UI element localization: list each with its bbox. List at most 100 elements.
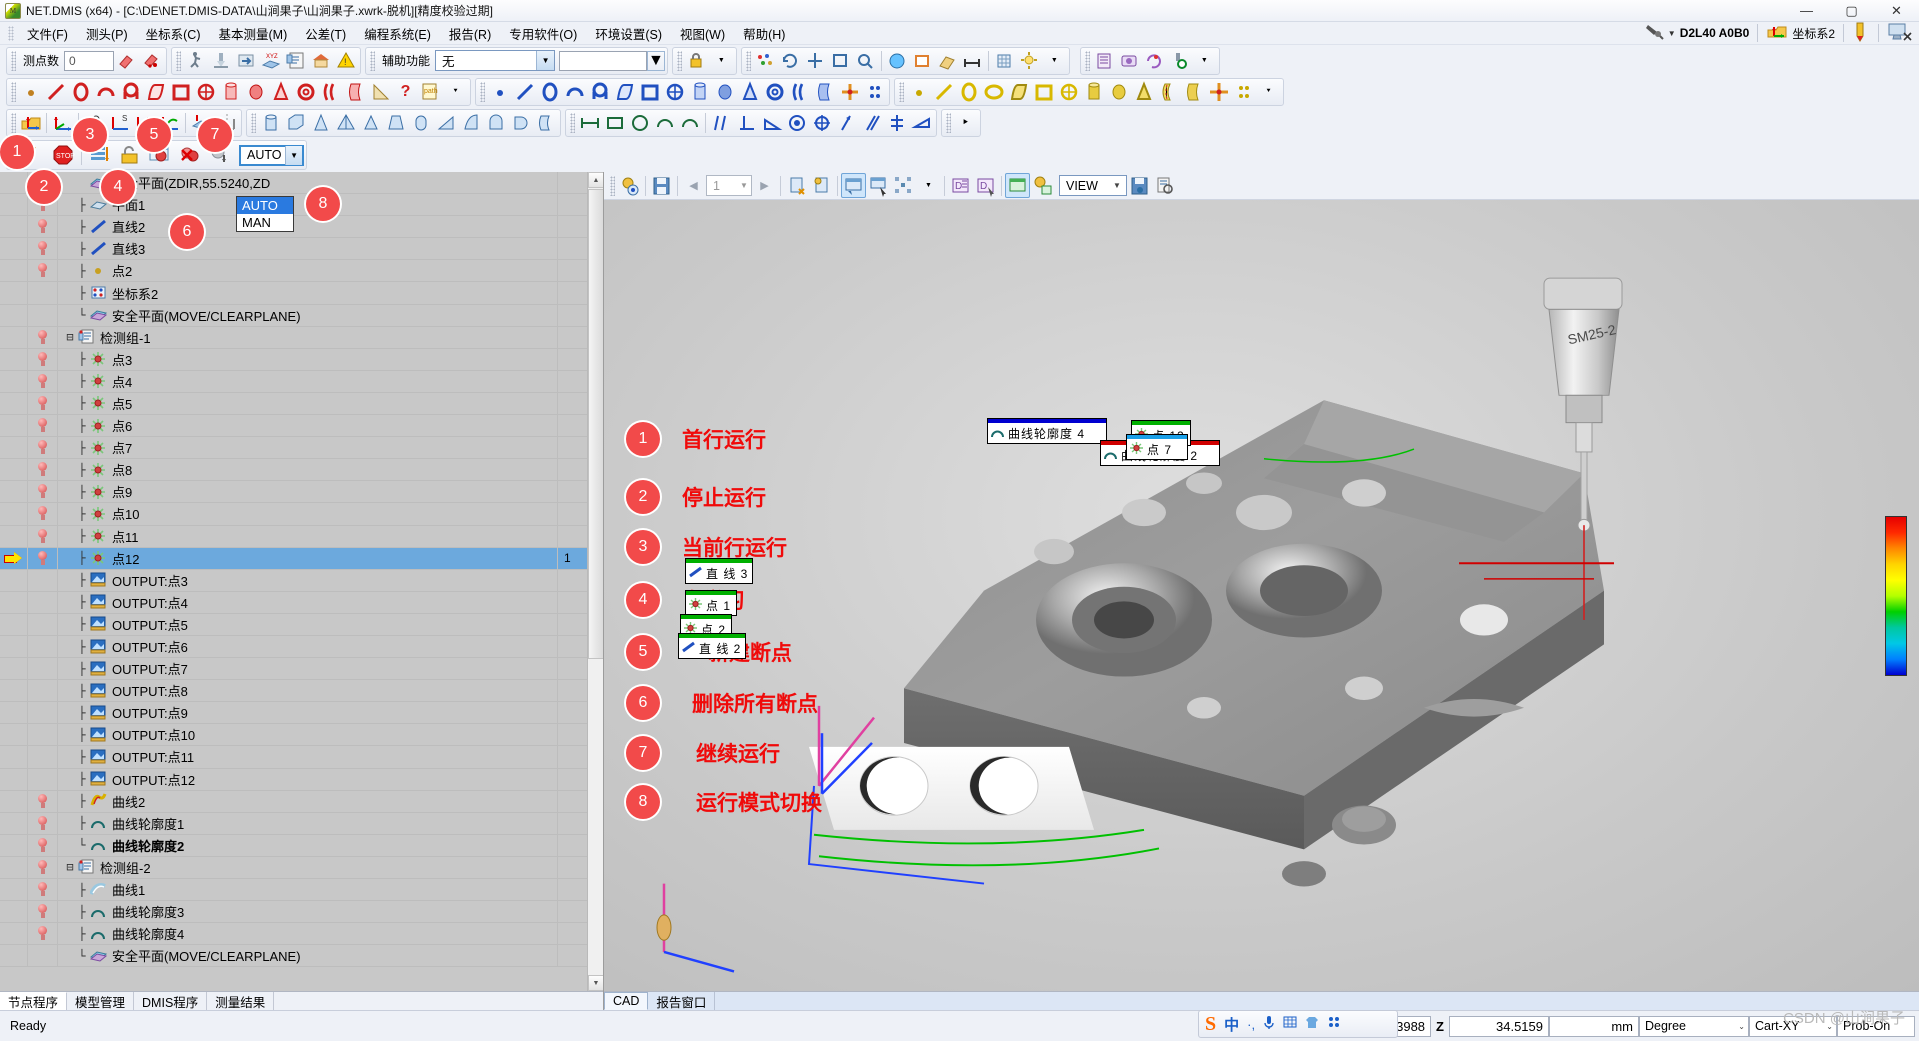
tree-bulb-cell[interactable]	[28, 724, 58, 746]
report-list-icon[interactable]	[1092, 48, 1117, 73]
bulb-icon[interactable]	[37, 550, 48, 566]
tree-bulb-cell[interactable]	[28, 591, 58, 613]
tree-row[interactable]: ├ OUTPUT:点6	[0, 635, 603, 659]
tree-row[interactable]: ├ 点5	[0, 392, 603, 416]
cad-select-labels-icon[interactable]	[866, 173, 891, 198]
toolbar-grip[interactable]	[745, 50, 751, 71]
tree-bulb-cell[interactable]	[28, 945, 58, 967]
probe-run-dropdown-icon[interactable]: ▼	[1192, 48, 1217, 73]
toolbar-grip[interactable]	[251, 112, 256, 133]
erase-point-icon[interactable]	[114, 48, 139, 73]
tol-box-icon[interactable]	[283, 110, 308, 135]
tab-report-window[interactable]: 报告窗口	[648, 992, 716, 1010]
lock-dropdown-icon[interactable]: ▼	[709, 48, 734, 73]
wireframe-view-icon[interactable]	[910, 48, 935, 73]
construct-square-icon[interactable]	[637, 79, 662, 104]
tree-bulb-cell[interactable]	[28, 635, 58, 658]
tree-name-cell[interactable]: ├ 点12	[58, 549, 557, 568]
tol-rounded-icon[interactable]	[483, 110, 508, 135]
tree-name-cell[interactable]: ├ OUTPUT:点5	[58, 615, 557, 634]
feature-circle-icon[interactable]	[68, 79, 93, 104]
cad-viewport[interactable]: SM25-2 1 首行运行 2 停止运行 3 当前行运行 4 5 新建断点 6 …	[604, 200, 1919, 991]
cad-feature-label[interactable]: 直 线 3	[685, 558, 754, 584]
tree-row[interactable]: ├ 点4	[0, 370, 603, 393]
construct-slot-icon[interactable]	[587, 79, 612, 104]
tree-row[interactable]: ├ OUTPUT:点10	[0, 724, 603, 747]
shade-view-icon[interactable]	[885, 48, 910, 73]
zoom-fit-icon[interactable]	[828, 48, 853, 73]
tree-name-cell[interactable]: ├ OUTPUT:点10	[58, 725, 557, 744]
ime-lang-icon[interactable]: 中	[1224, 1014, 1239, 1035]
toolbar-grip[interactable]	[176, 50, 182, 71]
tree-name-cell[interactable]: ⊟ 检测组-1	[58, 328, 557, 347]
bulb-icon[interactable]	[37, 926, 48, 941]
tree-name-cell[interactable]: ├ 点11	[58, 527, 557, 546]
tree-name-cell[interactable]: ├ OUTPUT:点8	[58, 681, 557, 700]
tree-bulb-cell[interactable]	[28, 370, 58, 392]
tree-bulb-cell[interactable]	[28, 503, 58, 525]
cad-gear-view-icon[interactable]	[617, 173, 642, 198]
tree-row[interactable]: ├ 点3	[0, 348, 603, 371]
feature-cone-icon[interactable]	[268, 79, 293, 104]
tab-measure-result[interactable]: 测量结果	[207, 992, 275, 1010]
tree-name-cell[interactable]: ├ OUTPUT:点9	[58, 703, 557, 722]
feature-torus-icon[interactable]	[293, 79, 318, 104]
menu-item-help[interactable]: 帮助(H)	[734, 22, 794, 45]
status-angle-unit-dropdown[interactable]: Degree ⌄	[1639, 1015, 1749, 1037]
tree-bulb-cell[interactable]	[28, 459, 58, 481]
program-tree[interactable]: 安全平面(ZDIR,55.5240,ZD ├ 平面1 ├ 直线2 ├ 直线3 ├ 点2 ├ 坐标系2…	[0, 172, 603, 991]
tree-row[interactable]: ├ OUTPUT:点11	[0, 746, 603, 769]
bulb-icon[interactable]	[37, 506, 48, 521]
cad-new-page-icon[interactable]	[784, 173, 809, 198]
tol-cylinder-icon[interactable]	[258, 110, 283, 135]
tree-row[interactable]: ├ OUTPUT:点12	[0, 768, 603, 791]
menu-item-special-software[interactable]: 专用软件(O)	[500, 22, 586, 45]
tree-name-cell[interactable]: ├ OUTPUT:点4	[58, 593, 557, 612]
scroll-thumb[interactable]	[588, 189, 603, 659]
chevron-down-icon[interactable]: ▼	[536, 51, 555, 70]
run-mode-dropdown-list[interactable]: AUTO MAN	[236, 196, 294, 232]
tree-row[interactable]: ⊟ 检测组-2	[0, 856, 603, 879]
gdt-square-icon[interactable]	[602, 110, 627, 135]
tree-bulb-cell[interactable]	[28, 282, 58, 304]
ime-apps-icon[interactable]	[1327, 1015, 1341, 1034]
bulb-icon[interactable]	[37, 373, 48, 389]
tree-name-cell[interactable]: ├ 点10	[58, 504, 557, 523]
tab-dmis-program[interactable]: DMIS程序	[134, 992, 208, 1010]
feature-point-icon[interactable]	[18, 79, 43, 104]
tree-row[interactable]: ├ 点11	[0, 525, 603, 548]
tree-bulb-cell[interactable]	[28, 348, 58, 370]
aux-function-combo[interactable]: 无 ▼	[435, 50, 556, 71]
feature-path-icon[interactable]: path	[418, 79, 443, 104]
bulb-icon[interactable]	[37, 815, 48, 831]
nominal-ellipse-icon[interactable]	[981, 79, 1006, 104]
tree-name-cell[interactable]: ├ 曲线轮廓度4	[58, 924, 557, 943]
tree-row[interactable]: ├ OUTPUT:点9	[0, 702, 603, 725]
tree-bulb-cell[interactable]	[28, 569, 58, 591]
cad-feature-label[interactable]: 点 1	[685, 590, 737, 616]
tree-bulb-cell[interactable]	[28, 392, 58, 415]
tree-bulb-cell[interactable]	[28, 525, 58, 547]
cad-feature-label[interactable]: 曲线轮廓度 4	[987, 418, 1107, 444]
tree-bulb-cell[interactable]	[28, 216, 58, 238]
tab-node-program[interactable]: 节点程序	[0, 992, 68, 1010]
ime-voice-icon[interactable]	[1263, 1015, 1275, 1033]
tree-row[interactable]: 安全平面(ZDIR,55.5240,ZD	[0, 172, 603, 195]
bulb-icon[interactable]	[37, 440, 48, 455]
cad-feature-label[interactable]: 点 7	[1126, 434, 1188, 460]
feature-square-icon[interactable]	[168, 79, 193, 104]
nominal-surface-icon[interactable]	[1181, 79, 1206, 104]
construct-points-group-icon[interactable]	[862, 79, 887, 104]
bulb-icon[interactable]	[37, 904, 48, 919]
bulb-icon[interactable]	[37, 418, 48, 433]
close-button[interactable]: ✕	[1874, 0, 1919, 22]
minimize-button[interactable]: —	[1784, 0, 1829, 22]
maximize-button[interactable]: ▢	[1829, 0, 1874, 22]
tree-scrollbar[interactable]: ▲ ▼	[587, 172, 603, 991]
probe-dropdown-arrow[interactable]: ▼	[1668, 29, 1676, 38]
run-mode-option-auto[interactable]: AUTO	[237, 197, 293, 214]
gdt-arc-icon[interactable]	[652, 110, 677, 135]
tree-name-cell[interactable]: ├ 曲线轮廓度1	[58, 814, 557, 833]
tree-row[interactable]: ├ 坐标系2	[0, 282, 603, 305]
tree-bulb-cell[interactable]	[28, 326, 58, 348]
